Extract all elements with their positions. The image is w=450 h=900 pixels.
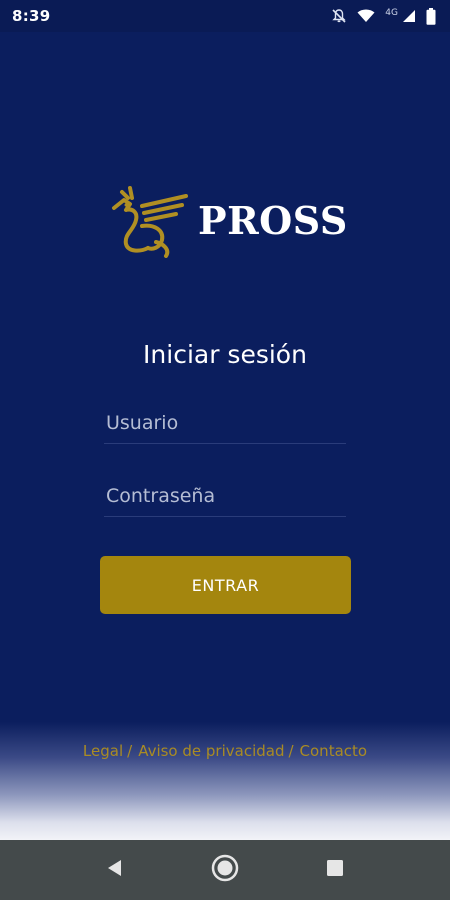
griffin-logo-icon (106, 178, 190, 262)
back-icon (105, 858, 125, 882)
status-bar: 8:39 4G (0, 0, 450, 32)
recents-button[interactable] (315, 850, 355, 890)
privacy-link[interactable]: Aviso de privacidad (138, 742, 284, 760)
footer-links: Legal / Aviso de privacidad / Contacto (0, 742, 450, 760)
page-title: Iniciar sesión (143, 340, 307, 369)
home-button[interactable] (205, 850, 245, 890)
username-field-container (104, 402, 346, 444)
system-nav-bar (0, 840, 450, 900)
footer-separator: / (127, 742, 133, 760)
contact-link[interactable]: Contacto (300, 742, 368, 760)
password-field-container (104, 475, 346, 517)
back-button[interactable] (95, 850, 135, 890)
login-button[interactable]: ENTRAR (100, 556, 351, 614)
signal-icon (402, 9, 416, 23)
brand-logo: PROSS (106, 178, 348, 262)
login-screen: PROSS Iniciar sesión ENTRAR (0, 32, 450, 722)
footer-separator: / (288, 742, 294, 760)
status-icons: 4G (331, 7, 436, 25)
status-time: 8:39 (12, 7, 51, 25)
legal-link[interactable]: Legal (83, 742, 123, 760)
footer: Legal / Aviso de privacidad / Contacto (0, 722, 450, 840)
wifi-icon (357, 9, 375, 23)
home-icon (211, 854, 239, 886)
battery-icon (426, 7, 436, 25)
password-input[interactable] (104, 475, 346, 516)
brand-name: PROSS (198, 197, 348, 243)
notifications-off-icon (331, 8, 347, 24)
recents-icon (325, 858, 345, 882)
network-label: 4G (385, 8, 398, 18)
username-input[interactable] (104, 402, 346, 443)
